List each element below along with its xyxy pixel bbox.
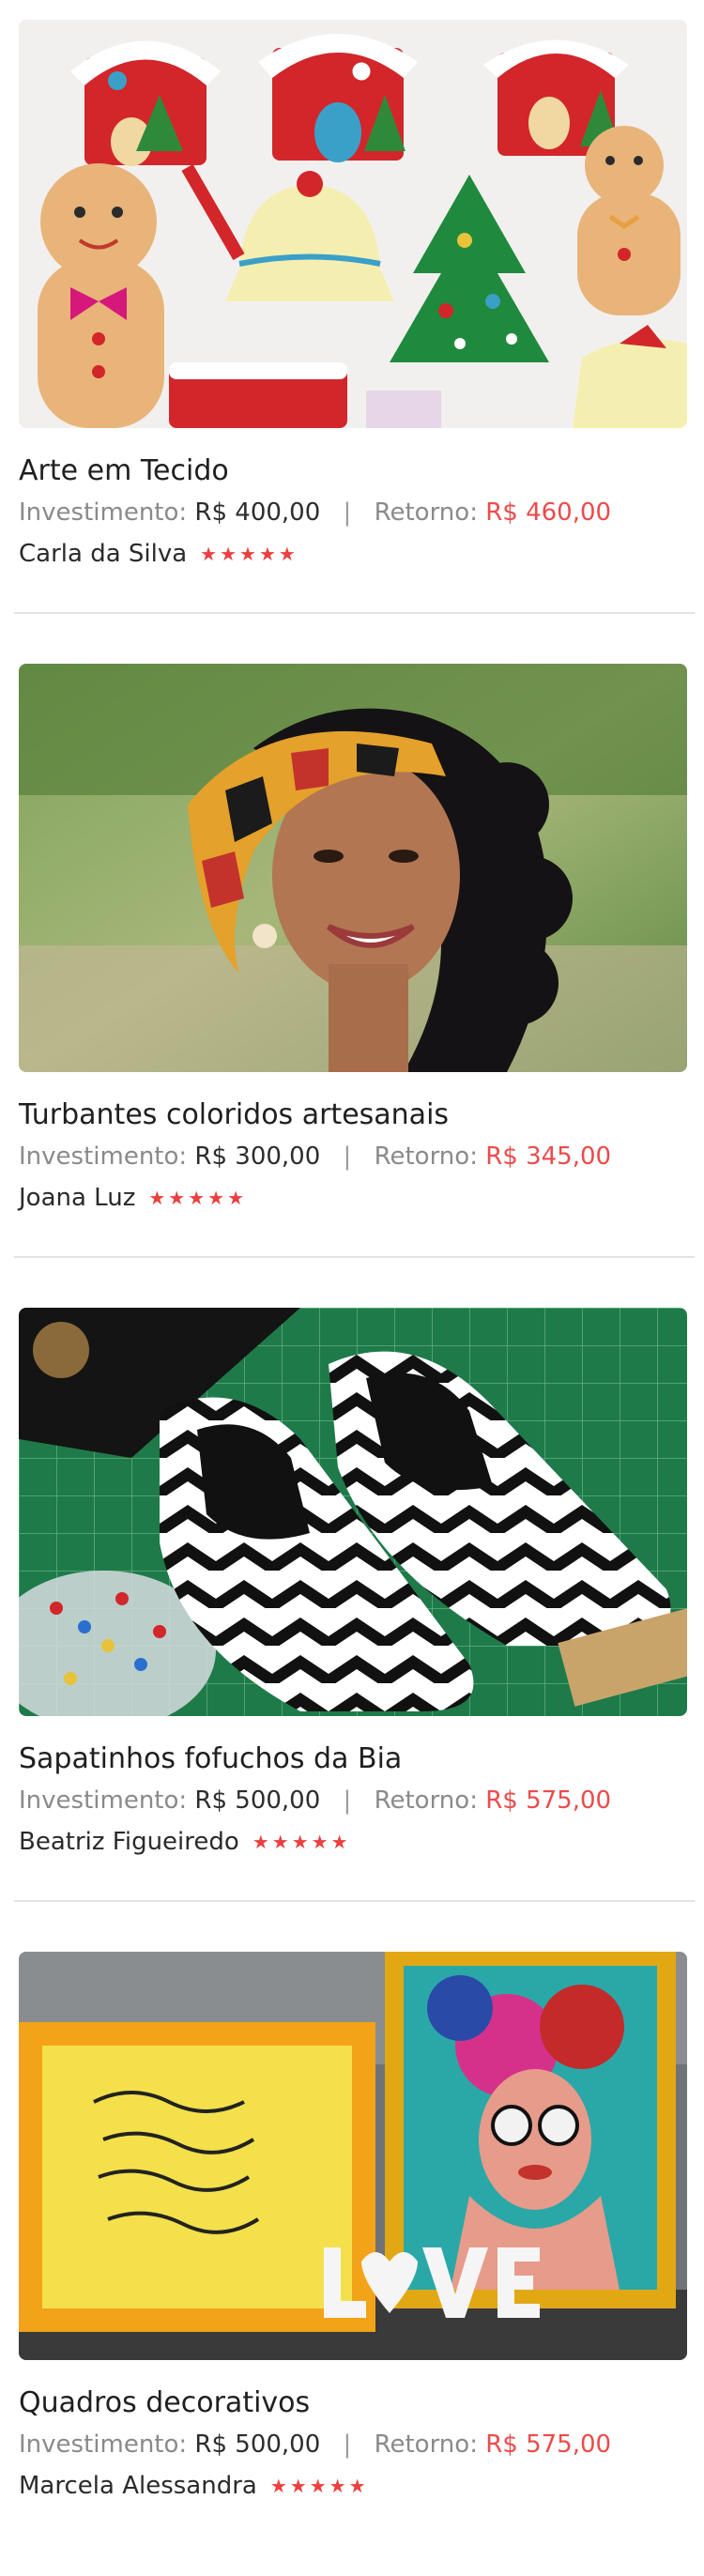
product-title[interactable]: Arte em Tecido	[19, 452, 229, 490]
star-icon: ★	[220, 543, 237, 565]
star-icon: ★	[329, 2475, 346, 2497]
chevron-fabric-slippers-photo[interactable]	[19, 1308, 687, 1716]
star-icon: ★	[227, 1187, 245, 1209]
star-icon: ★	[200, 543, 218, 565]
star-icon: ★	[269, 2475, 287, 2497]
star-icon: ★	[291, 1831, 309, 1853]
card-divider	[14, 1256, 695, 1258]
star-icon: ★	[271, 1831, 289, 1853]
investment-label: Investimento:	[19, 1786, 188, 1815]
star-icon: ★	[330, 1831, 348, 1853]
star-icon: ★	[289, 2475, 307, 2497]
product-card[interactable]: Arte em Tecido Investimento: R$ 400,00 |…	[0, 0, 704, 644]
author-name[interactable]: Beatriz Figueiredo	[19, 1826, 239, 1858]
felt-christmas-ornaments-photo[interactable]	[19, 20, 687, 428]
star-rating: ★ ★ ★ ★ ★	[148, 1188, 244, 1207]
star-icon: ★	[309, 2475, 327, 2497]
price-separator: |	[343, 498, 352, 527]
star-icon: ★	[311, 1831, 329, 1853]
investment-value: R$ 500,00	[194, 1786, 321, 1815]
return-value: R$ 575,00	[485, 2430, 612, 2459]
star-icon: ★	[258, 543, 276, 565]
star-icon: ★	[168, 1187, 186, 1209]
return-value: R$ 575,00	[485, 1786, 612, 1815]
author-row: Beatriz Figueiredo ★ ★ ★ ★ ★	[19, 1826, 348, 1858]
star-icon: ★	[188, 1187, 206, 1209]
return-label: Retorno:	[374, 2430, 478, 2459]
return-value: R$ 345,00	[485, 1142, 612, 1171]
price-row: Investimento: R$ 500,00 | Retorno: R$ 57…	[19, 2429, 611, 2461]
card-divider	[14, 1900, 695, 1902]
investment-label: Investimento:	[19, 498, 188, 527]
star-icon: ★	[239, 543, 256, 565]
star-rating: ★ ★ ★ ★ ★	[253, 1832, 348, 1851]
card-divider	[14, 612, 695, 614]
decorative-frames-photo[interactable]	[19, 1952, 687, 2360]
product-title[interactable]: Sapatinhos fofuchos da Bia	[19, 1740, 402, 1778]
product-title[interactable]: Turbantes coloridos artesanais	[19, 1096, 449, 1134]
product-feed: Arte em Tecido Investimento: R$ 400,00 |…	[0, 0, 704, 2576]
star-icon: ★	[348, 2475, 366, 2497]
price-row: Investimento: R$ 300,00 | Retorno: R$ 34…	[19, 1141, 611, 1173]
price-row: Investimento: R$ 500,00 | Retorno: R$ 57…	[19, 1785, 611, 1817]
price-row: Investimento: R$ 400,00 | Retorno: R$ 46…	[19, 497, 611, 529]
star-icon: ★	[278, 543, 296, 565]
return-label: Retorno:	[374, 1142, 478, 1171]
investment-value: R$ 300,00	[194, 1142, 321, 1171]
price-separator: |	[343, 1142, 352, 1171]
price-separator: |	[343, 2430, 352, 2459]
star-icon: ★	[148, 1187, 166, 1209]
investment-value: R$ 400,00	[194, 498, 321, 527]
author-name[interactable]: Carla da Silva	[19, 538, 187, 570]
return-value: R$ 460,00	[485, 498, 612, 527]
investment-value: R$ 500,00	[194, 2430, 321, 2459]
product-card[interactable]: Sapatinhos fofuchos da Bia Investimento:…	[0, 1288, 704, 1932]
star-rating: ★ ★ ★ ★ ★	[270, 2476, 366, 2495]
product-title[interactable]: Quadros decorativos	[19, 2384, 310, 2422]
price-separator: |	[343, 1786, 352, 1815]
author-row: Marcela Alessandra ★ ★ ★ ★ ★	[19, 2470, 366, 2502]
star-rating: ★ ★ ★ ★ ★	[200, 544, 296, 563]
woman-with-turban-photo[interactable]	[19, 664, 687, 1072]
product-card[interactable]: Quadros decorativos Investimento: R$ 500…	[0, 1932, 704, 2576]
star-icon: ★	[207, 1187, 225, 1209]
return-label: Retorno:	[374, 1786, 478, 1815]
author-name[interactable]: Marcela Alessandra	[19, 2470, 257, 2502]
product-card[interactable]: Turbantes coloridos artesanais Investime…	[0, 644, 704, 1288]
author-name[interactable]: Joana Luz	[19, 1182, 135, 1214]
investment-label: Investimento:	[19, 2430, 188, 2459]
star-icon: ★	[252, 1831, 269, 1853]
author-row: Carla da Silva ★ ★ ★ ★ ★	[19, 538, 296, 570]
return-label: Retorno:	[374, 498, 478, 527]
author-row: Joana Luz ★ ★ ★ ★ ★	[19, 1182, 244, 1214]
investment-label: Investimento:	[19, 1142, 188, 1171]
